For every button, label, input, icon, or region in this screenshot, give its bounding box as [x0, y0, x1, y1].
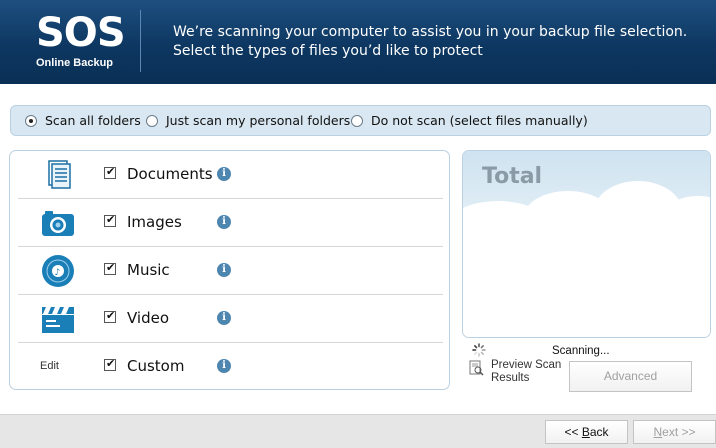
radio-button-checked[interactable] [25, 114, 37, 127]
header: SOS Online Backup We’re scanning your co… [0, 0, 716, 84]
total-panel: Total [462, 150, 711, 338]
back-prefix: << [564, 425, 582, 439]
radio-button[interactable] [351, 114, 363, 127]
file-type-row-images: Images i [18, 199, 443, 247]
header-divider [140, 10, 141, 72]
checkbox-documents[interactable] [104, 165, 116, 179]
info-icon[interactable]: i [217, 359, 231, 373]
total-content-area [463, 226, 710, 337]
file-type-row-music: ♪ Music i [18, 247, 443, 295]
back-button[interactable]: << Back [545, 420, 628, 444]
total-title: Total [482, 164, 543, 189]
radio-label-none: Do not scan (select files manually) [371, 113, 588, 128]
sos-logo: SOS Online Backup [30, 10, 130, 74]
label-custom: Custom [127, 357, 185, 375]
file-type-row-custom: Edit Custom i [18, 343, 443, 391]
file-type-row-video: Video i [18, 295, 443, 343]
preview-line1: Preview Scan [491, 359, 562, 371]
checkbox-custom[interactable] [104, 357, 116, 371]
file-type-row-documents: Documents i [18, 151, 443, 199]
camera-icon [42, 211, 74, 236]
checkbox-images[interactable] [104, 213, 116, 227]
radio-scan-all[interactable]: Scan all folders [25, 113, 141, 128]
checkbox-video[interactable] [104, 309, 116, 323]
preview-scan-results-link[interactable]: Preview Scan Results [491, 359, 561, 385]
scan-options-bar: Scan all folders Just scan my personal f… [10, 105, 711, 136]
radio-label-personal: Just scan my personal folders [166, 113, 351, 128]
checkbox-music[interactable] [104, 261, 116, 275]
svg-text:♪: ♪ [55, 268, 61, 278]
info-icon[interactable]: i [217, 167, 231, 181]
info-icon[interactable]: i [217, 215, 231, 229]
back-rest: ack [589, 425, 609, 439]
header-message: We’re scanning your computer to assist y… [173, 24, 688, 59]
info-icon[interactable]: i [217, 311, 231, 325]
label-music: Music [127, 261, 170, 279]
music-disc-icon: ♪ [42, 255, 74, 287]
radio-do-not-scan[interactable]: Do not scan (select files manually) [351, 113, 588, 128]
label-video: Video [127, 309, 170, 327]
edit-custom-link[interactable]: Edit [40, 360, 59, 372]
back-mnemonic: B [581, 425, 590, 439]
advanced-button[interactable]: Advanced [569, 361, 692, 392]
clapperboard-icon [42, 307, 74, 333]
logo-main-text: SOS [36, 10, 126, 56]
label-images: Images [127, 213, 182, 231]
info-icon[interactable]: i [217, 263, 231, 277]
documents-icon [48, 160, 71, 189]
preview-document-icon [469, 360, 484, 376]
label-documents: Documents [127, 165, 213, 183]
logo-sub-text: Online Backup [36, 57, 114, 69]
loading-spinner-icon [472, 343, 486, 357]
radio-label-scan-all: Scan all folders [45, 113, 141, 128]
preview-line2: Results [491, 372, 530, 384]
next-button[interactable]: Next >> [633, 420, 716, 444]
next-mnemonic: N [653, 425, 663, 439]
scanning-status: Scanning... [552, 345, 610, 357]
radio-button[interactable] [146, 114, 158, 127]
radio-personal-folders[interactable]: Just scan my personal folders [146, 113, 350, 128]
next-rest: ext >> [662, 425, 696, 439]
file-types-panel: Documents i Images i ♪ Music i [9, 150, 450, 390]
